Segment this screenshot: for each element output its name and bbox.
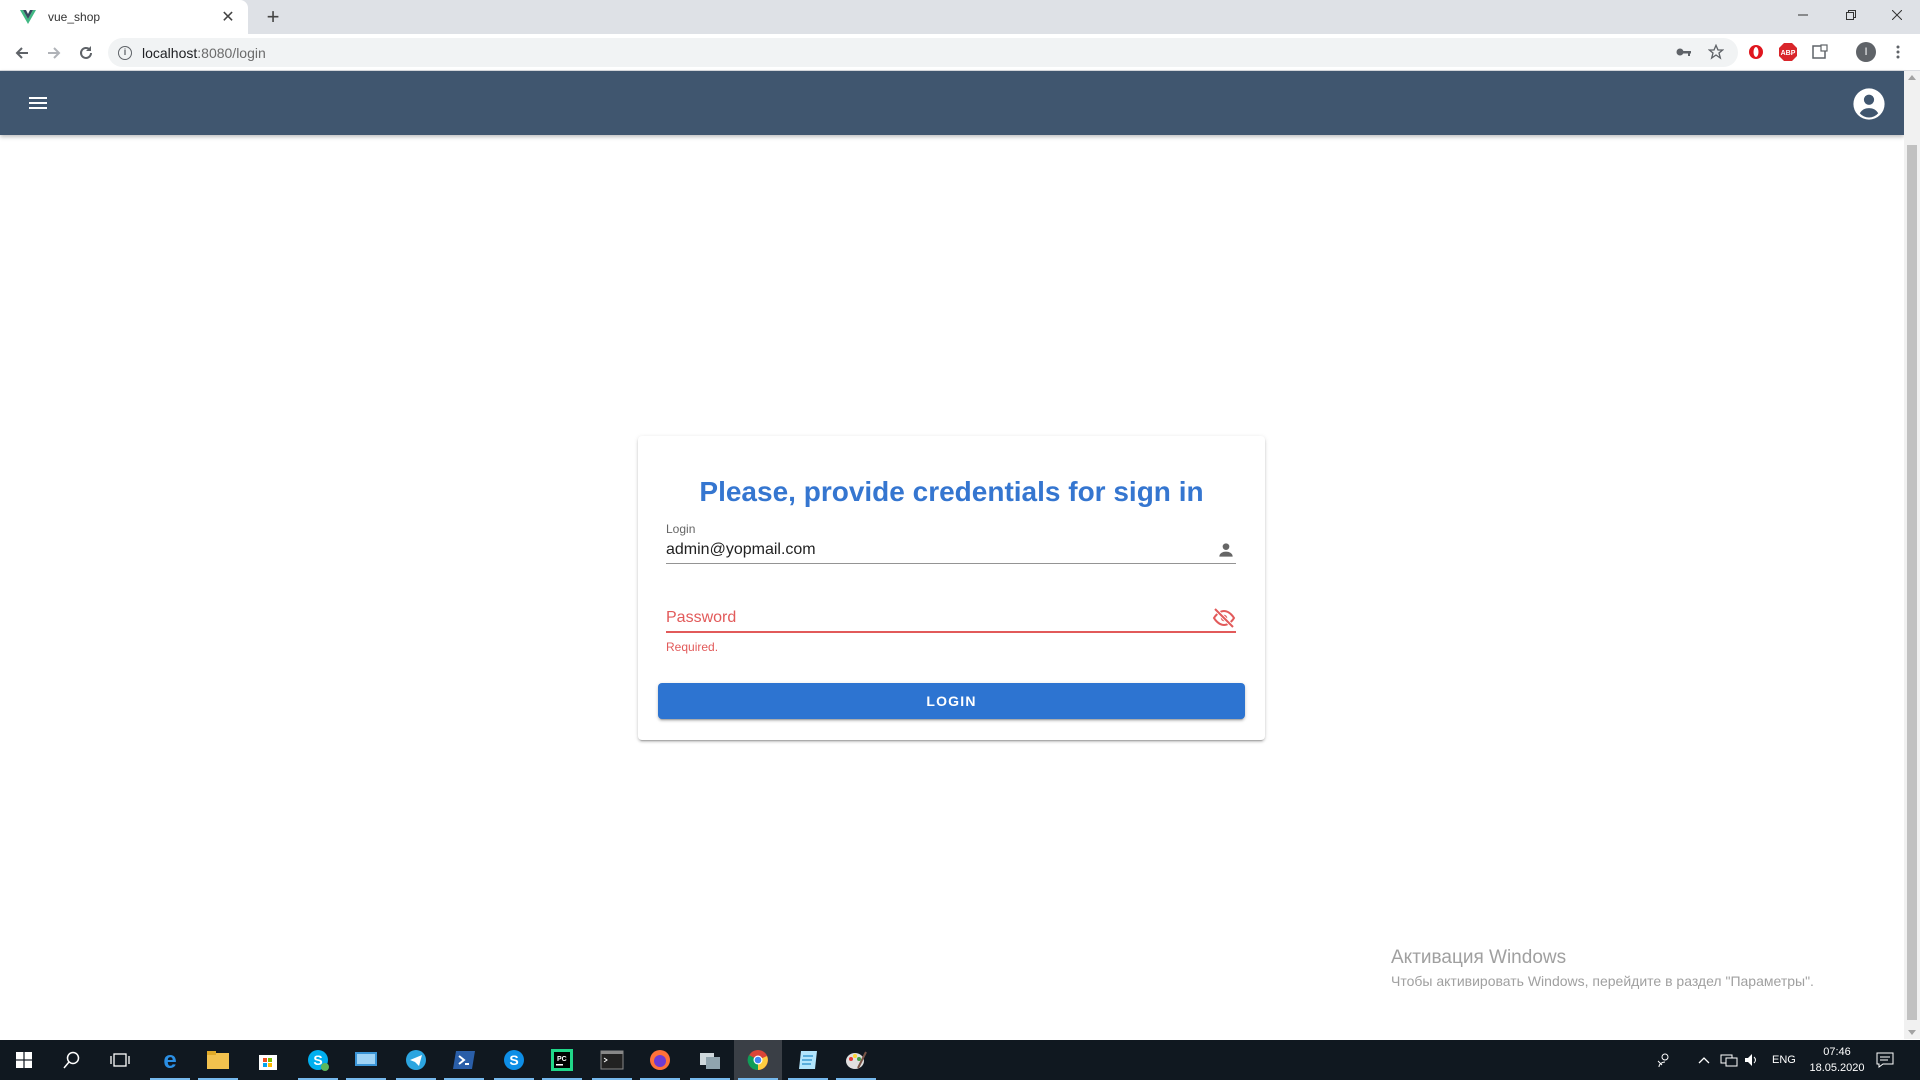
key-icon[interactable] — [1674, 42, 1694, 62]
tab-title: vue_shop — [48, 10, 101, 24]
start-windows-icon[interactable] — [0, 1040, 48, 1080]
network-icon[interactable] — [1720, 1040, 1738, 1080]
clock-date: 18.05.2020 — [1809, 1062, 1865, 1074]
account-circle-icon[interactable] — [1852, 87, 1886, 121]
scroll-up-arrow-icon[interactable] — [1908, 75, 1916, 80]
pycharm-icon[interactable]: PC — [538, 1040, 586, 1080]
close-window-icon[interactable] — [1874, 0, 1920, 30]
login-label: Login — [666, 522, 696, 536]
opera-extension-icon[interactable] — [1746, 42, 1766, 62]
skype-icon[interactable]: S — [294, 1040, 342, 1080]
edge-browser-icon[interactable]: e — [146, 1040, 194, 1080]
vue-logo-icon — [20, 10, 36, 24]
close-tab-icon[interactable]: ✕ — [220, 7, 236, 27]
svg-text:PC: PC — [557, 1056, 567, 1063]
task-view-icon[interactable] — [96, 1040, 144, 1080]
tray-chevron-up-icon[interactable] — [1698, 1040, 1710, 1080]
browser-tabstrip: vue_shop ✕ + — [0, 0, 1920, 34]
svg-text:e: e — [163, 1048, 176, 1072]
person-icon — [1219, 542, 1233, 557]
password-field[interactable]: Password Required. — [666, 605, 1236, 654]
taskbar-clock[interactable]: 07:46 18.05.2020 — [1802, 1044, 1872, 1076]
telegram-icon[interactable] — [392, 1040, 440, 1080]
windows-activation-watermark: Активация Windows Чтобы активировать Win… — [1391, 947, 1814, 989]
paint-icon[interactable] — [832, 1040, 880, 1080]
watermark-title: Активация Windows — [1391, 947, 1567, 968]
site-info-icon[interactable]: i — [118, 45, 132, 60]
login-button[interactable]: LOGIN — [658, 683, 1245, 719]
scrollbar-thumb[interactable] — [1907, 145, 1917, 1020]
login-field[interactable]: Login admin@yopmail.com — [666, 522, 1236, 564]
new-tab-button[interactable]: + — [260, 4, 286, 30]
hamburger-menu-icon[interactable] — [26, 91, 50, 115]
windows-taskbar: e S S PC ENG 07:46 18.05.2020 — [0, 1040, 1920, 1080]
reload-icon[interactable] — [72, 39, 100, 67]
people-icon[interactable] — [1656, 1040, 1672, 1080]
login-card: Please, provide credentials for sign in … — [638, 436, 1265, 740]
extension-icon[interactable] — [1810, 42, 1830, 62]
scroll-down-arrow-icon[interactable] — [1908, 1030, 1916, 1035]
notepad-icon[interactable] — [784, 1040, 832, 1080]
url-text: localhost:8080/login — [142, 44, 266, 61]
browser-toolbar: i localhost:8080/login ABP I — [0, 34, 1920, 71]
card-title: Please, provide credentials for sign in — [699, 476, 1204, 507]
language-indicator[interactable]: ENG — [1772, 1040, 1796, 1080]
powershell-icon[interactable] — [440, 1040, 488, 1080]
adblock-extension-icon[interactable]: ABP — [1778, 42, 1798, 62]
page-scrollbar[interactable] — [1904, 71, 1920, 1039]
profile-avatar[interactable]: I — [1856, 42, 1876, 62]
browser-tab[interactable]: vue_shop ✕ — [0, 0, 248, 34]
remote-desktop-icon[interactable] — [342, 1040, 390, 1080]
skype-business-icon[interactable]: S — [490, 1040, 538, 1080]
password-input[interactable]: Password — [666, 609, 736, 627]
browser-menu-icon[interactable] — [1888, 42, 1908, 62]
clock-time: 07:46 — [1823, 1046, 1851, 1058]
file-explorer-icon[interactable] — [194, 1040, 242, 1080]
svg-text:S: S — [509, 1052, 518, 1068]
watermark-subtitle: Чтобы активировать Windows, перейдите в … — [1391, 973, 1814, 989]
store-icon[interactable] — [244, 1040, 292, 1080]
login-input[interactable]: admin@yopmail.com — [666, 541, 816, 559]
app-bar — [0, 71, 1904, 135]
back-icon[interactable] — [8, 39, 36, 67]
address-bar[interactable]: i localhost:8080/login — [108, 38, 1738, 67]
minimize-icon[interactable] — [1780, 0, 1826, 30]
firefox-icon[interactable] — [636, 1040, 684, 1080]
bookmark-star-icon[interactable] — [1706, 42, 1726, 62]
svg-text:ABP: ABP — [1781, 50, 1796, 57]
password-error-message: Required. — [666, 640, 719, 654]
volume-icon[interactable] — [1744, 1040, 1760, 1080]
network-app-icon[interactable] — [686, 1040, 734, 1080]
chrome-icon[interactable] — [734, 1040, 782, 1080]
visibility-off-icon[interactable] — [1212, 606, 1236, 630]
forward-icon[interactable] — [40, 39, 68, 67]
search-icon[interactable] — [48, 1040, 96, 1080]
notification-center-icon[interactable] — [1876, 1040, 1894, 1080]
terminal-icon[interactable] — [588, 1040, 636, 1080]
restore-icon[interactable] — [1828, 0, 1874, 30]
